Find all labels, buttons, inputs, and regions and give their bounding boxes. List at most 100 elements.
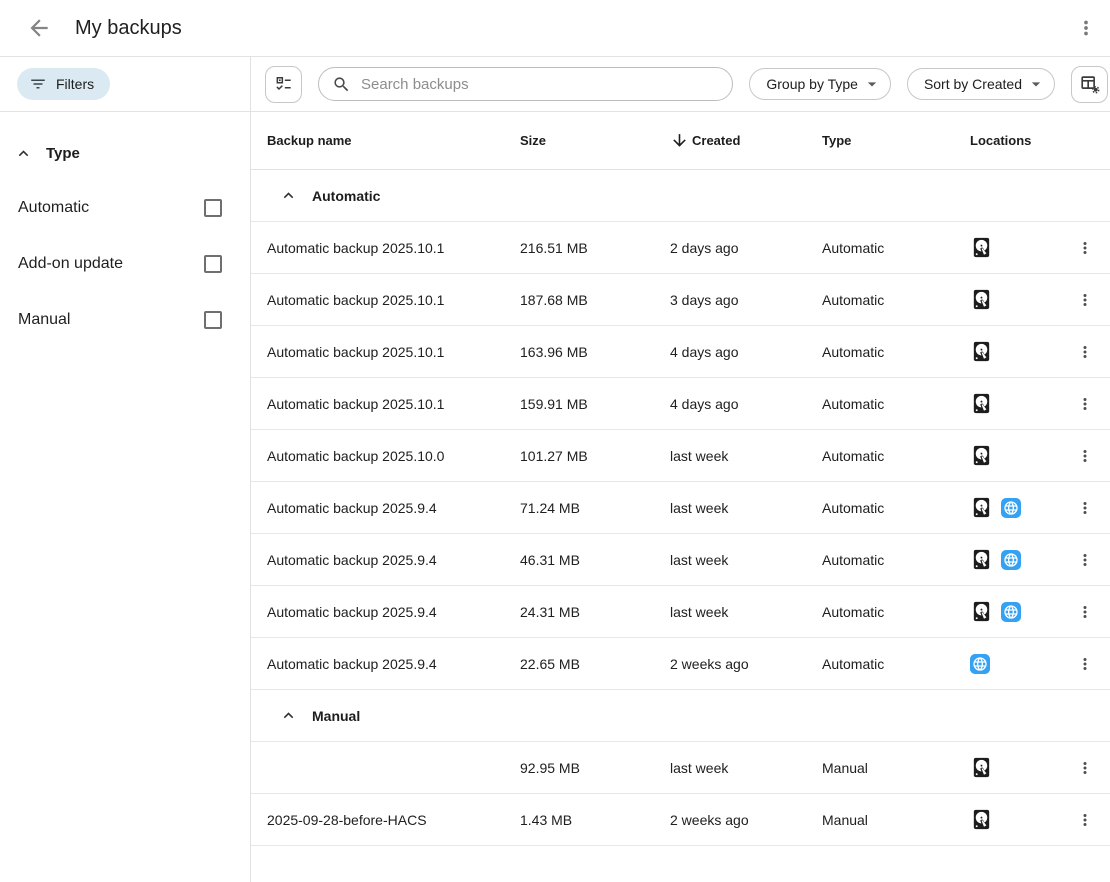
harddisk-icon [970, 808, 993, 831]
cell-locations [960, 756, 1060, 779]
cell-type: Automatic [822, 396, 960, 412]
cell-backup-name: Automatic backup 2025.10.0 [251, 448, 520, 464]
harddisk-icon [970, 392, 993, 415]
menu-down-icon [862, 74, 882, 94]
table-row[interactable]: Automatic backup 2025.9.471.24 MBlast we… [251, 482, 1110, 534]
location-icons [970, 600, 1060, 623]
row-menu-button[interactable] [1067, 802, 1103, 838]
checkbox-unchecked[interactable] [204, 311, 222, 329]
column-header-created[interactable]: Created [670, 131, 822, 150]
cell-size: 22.65 MB [520, 656, 670, 672]
row-menu-button[interactable] [1067, 542, 1103, 578]
cell-menu [1060, 594, 1110, 630]
harddisk-icon [970, 756, 993, 779]
table-row[interactable]: Automatic backup 2025.9.422.65 MB2 weeks… [251, 638, 1110, 690]
checkbox-unchecked[interactable] [204, 255, 222, 273]
column-header-size[interactable]: Size [520, 133, 670, 148]
row-menu-button[interactable] [1067, 230, 1103, 266]
chevron-up-icon [279, 706, 298, 725]
chevron-up-icon [14, 144, 33, 163]
cell-locations [960, 236, 1060, 259]
search-input[interactable] [361, 76, 719, 93]
sort-by-button[interactable]: Sort by Created [907, 68, 1055, 100]
group-header-automatic[interactable]: Automatic [251, 170, 1110, 222]
cell-size: 163.96 MB [520, 344, 670, 360]
type-option-label: Automatic [18, 199, 89, 217]
row-menu-button[interactable] [1067, 646, 1103, 682]
row-menu-button[interactable] [1067, 490, 1103, 526]
web-icon [1001, 498, 1021, 518]
group-header-manual[interactable]: Manual [251, 690, 1110, 742]
type-section-header[interactable]: Type [0, 138, 250, 168]
location-icons [970, 444, 1060, 467]
search-icon [332, 75, 351, 94]
cell-size: 46.31 MB [520, 552, 670, 568]
row-menu-button[interactable] [1067, 282, 1103, 318]
table-row[interactable]: 92.95 MBlast weekManual [251, 742, 1110, 794]
cell-locations [960, 548, 1060, 571]
row-menu-button[interactable] [1067, 334, 1103, 370]
page-overflow-menu-button[interactable] [1073, 15, 1099, 41]
cell-locations [960, 600, 1060, 623]
back-button[interactable] [25, 14, 53, 42]
table-row[interactable]: Automatic backup 2025.10.1187.68 MB3 day… [251, 274, 1110, 326]
table-toolbar: Group by Type Sort by Created [251, 57, 1110, 112]
table-row[interactable]: Automatic backup 2025.10.1216.51 MB2 day… [251, 222, 1110, 274]
table-row[interactable]: Automatic backup 2025.10.1159.91 MB4 day… [251, 378, 1110, 430]
cell-backup-name: Automatic backup 2025.9.4 [251, 500, 520, 516]
cell-type: Automatic [822, 292, 960, 308]
cell-menu [1060, 646, 1110, 682]
cell-size: 216.51 MB [520, 240, 670, 256]
table-row[interactable]: Automatic backup 2025.9.424.31 MBlast we… [251, 586, 1110, 638]
cell-locations [960, 654, 1060, 674]
row-menu-button[interactable] [1067, 438, 1103, 474]
harddisk-icon [970, 236, 993, 259]
chevron-up-icon [279, 186, 298, 205]
cell-created: 4 days ago [670, 396, 822, 412]
cell-created: 2 weeks ago [670, 812, 822, 828]
location-icons [970, 392, 1060, 415]
type-option-add-on-update[interactable]: Add-on update [0, 236, 250, 292]
cell-size: 101.27 MB [520, 448, 670, 464]
cell-backup-name: Automatic backup 2025.10.1 [251, 292, 520, 308]
cell-locations [960, 288, 1060, 311]
column-header-created-label: Created [692, 133, 740, 148]
cell-menu [1060, 490, 1110, 526]
location-icons [970, 808, 1060, 831]
type-filter-section: Type Automatic Add-on updateManual [0, 112, 250, 348]
search-field[interactable] [318, 67, 733, 101]
table-row[interactable]: Automatic backup 2025.10.0101.27 MBlast … [251, 430, 1110, 482]
type-section-title: Type [46, 145, 80, 162]
row-menu-button[interactable] [1067, 750, 1103, 786]
web-icon [1001, 550, 1021, 570]
row-menu-button[interactable] [1067, 386, 1103, 422]
column-header-type[interactable]: Type [822, 133, 960, 148]
selection-mode-button[interactable] [265, 66, 302, 103]
filters-button[interactable]: Filters [17, 68, 110, 100]
cell-type: Automatic [822, 500, 960, 516]
harddisk-icon [970, 496, 993, 519]
group-by-button[interactable]: Group by Type [749, 68, 891, 100]
table-row[interactable]: 2025-09-28-before-HACS1.43 MB2 weeks ago… [251, 794, 1110, 846]
table-row[interactable]: Automatic backup 2025.10.1163.96 MB4 day… [251, 326, 1110, 378]
type-option-automatic[interactable]: Automatic [0, 180, 250, 236]
cell-size: 1.43 MB [520, 812, 670, 828]
cell-type: Automatic [822, 448, 960, 464]
column-header-name[interactable]: Backup name [251, 133, 520, 148]
cell-size: 71.24 MB [520, 500, 670, 516]
cell-created: last week [670, 448, 822, 464]
table-settings-button[interactable] [1071, 66, 1108, 103]
cell-backup-name: 2025-09-28-before-HACS [251, 812, 520, 828]
checkbox-unchecked[interactable] [204, 199, 222, 217]
location-icons [970, 236, 1060, 259]
table-row[interactable]: Automatic backup 2025.9.446.31 MBlast we… [251, 534, 1110, 586]
sort-by-label: Sort by Created [924, 76, 1022, 92]
location-icons [970, 340, 1060, 363]
backups-main: Group by Type Sort by Created [251, 57, 1110, 882]
location-icons [970, 496, 1060, 519]
column-header-locations[interactable]: Locations [960, 133, 1060, 148]
type-option-manual[interactable]: Manual [0, 292, 250, 348]
sidebar-toolbar: Filters [0, 57, 250, 112]
row-menu-button[interactable] [1067, 594, 1103, 630]
cell-type: Automatic [822, 552, 960, 568]
